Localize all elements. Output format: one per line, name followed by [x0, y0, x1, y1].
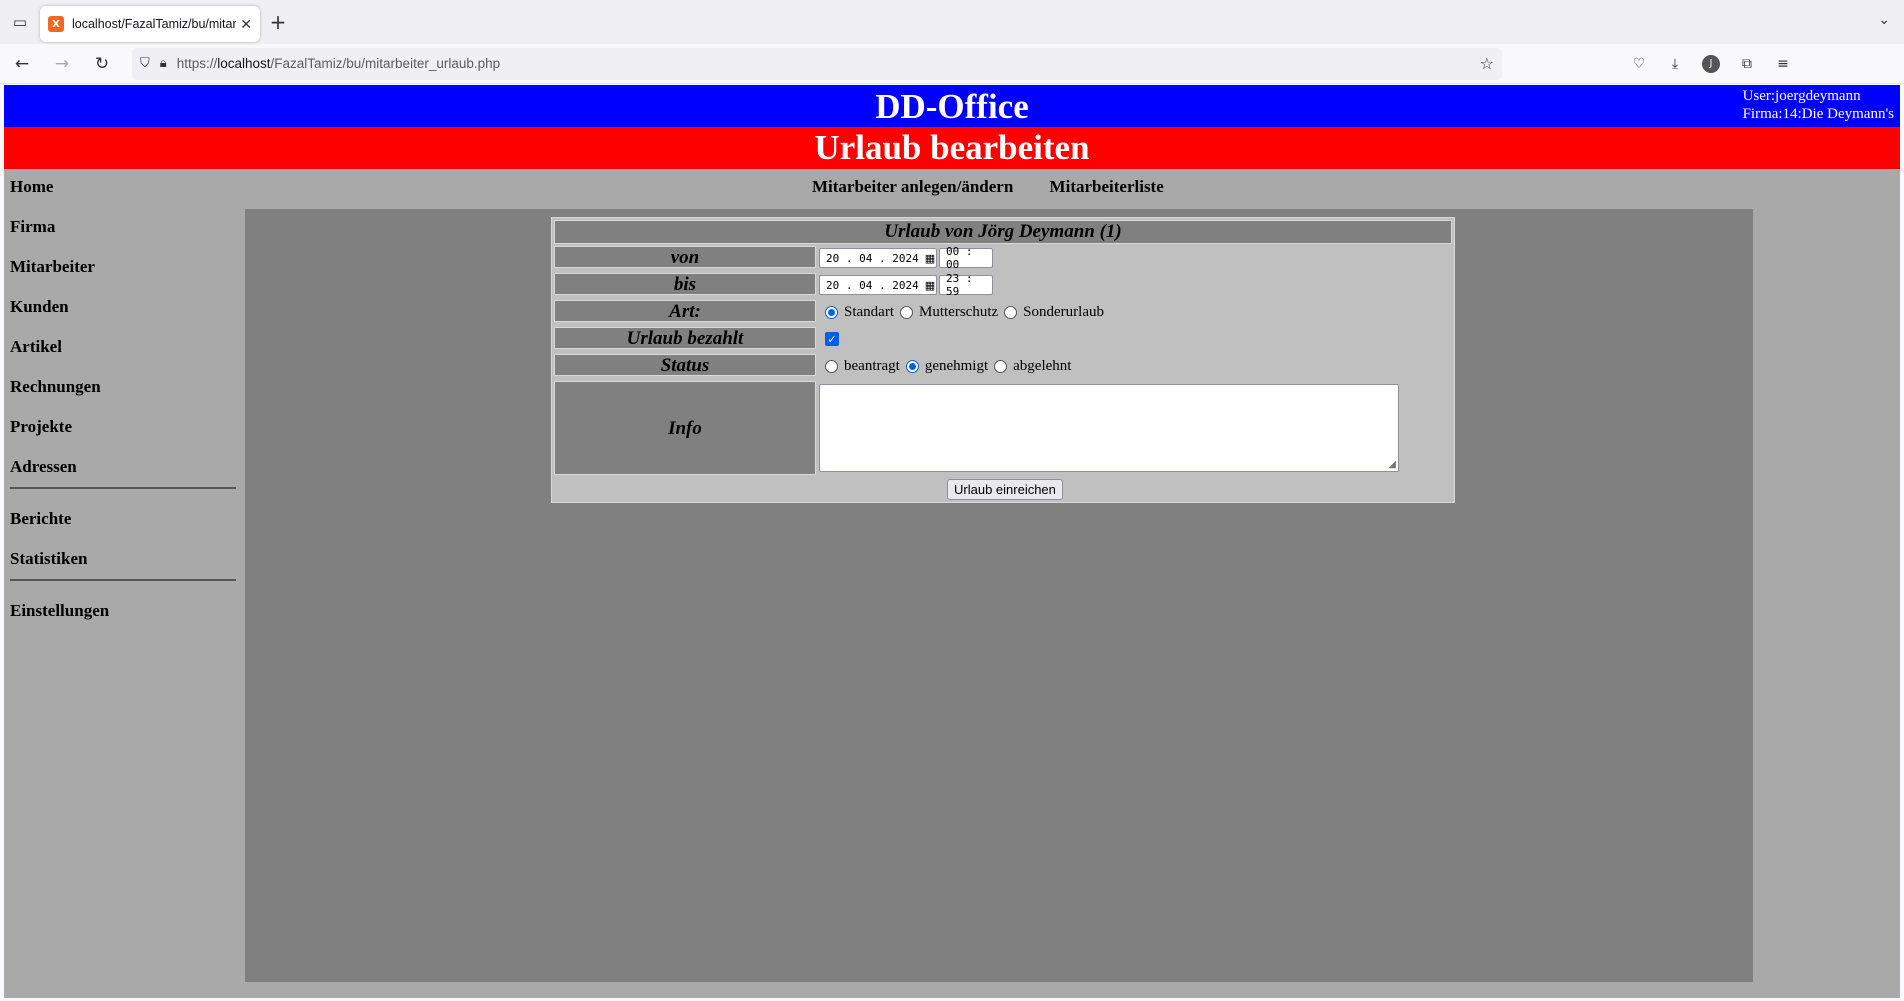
status-option-label: abgelehnt [1013, 357, 1072, 374]
app-header: DD-Office User:joergdeymann Firma:14:Die… [4, 85, 1900, 127]
sidebar-item-einstellungen[interactable]: Einstellungen [10, 601, 240, 641]
user-info: User:joergdeymann Firma:14:Die Deymann's [1743, 87, 1894, 123]
app-title: DD-Office [875, 87, 1029, 126]
bezahlt-checkbox[interactable]: ✓ [825, 332, 839, 346]
art-option-label: Sonderurlaub [1023, 303, 1104, 320]
urlaub-einreichen-button[interactable]: Urlaub einreichen [947, 479, 1063, 500]
bezahlt-label: Urlaub bezahlt [554, 327, 816, 349]
status-option-label: beantragt [844, 357, 900, 374]
url-prefix: https:// [176, 56, 218, 71]
form-title: Urlaub von Jörg Deymann (1) [554, 220, 1452, 244]
shield-icon[interactable]: ⛉ [140, 56, 150, 71]
browser-tabbar: ▭ X localhost/FazalTamiz/bu/mitarb ✕ + ⌄ [0, 0, 1904, 44]
forward-icon[interactable]: → [44, 48, 80, 80]
tab-list-icon[interactable]: ▭ [0, 0, 40, 44]
url-host: localhost [217, 56, 271, 71]
resize-grip-icon[interactable]: ◢ [1388, 459, 1396, 470]
bis-field: 20 . 04 . 2024 ▦ 23 : 59 [819, 272, 993, 298]
info-label: Info [554, 381, 816, 475]
nav-mitarbeiterliste[interactable]: Mitarbeiterliste [1050, 177, 1164, 196]
status-radio-beantragt[interactable] [825, 359, 838, 373]
status-label: Status [554, 354, 816, 376]
sidebar-item-firma[interactable]: Firma [10, 217, 240, 257]
browser-tab[interactable]: X localhost/FazalTamiz/bu/mitarb ✕ [40, 6, 260, 42]
url-bar[interactable]: ⛉ 🔒︎ https://localhost/FazalTamiz/bu/mit… [132, 47, 1502, 80]
bis-label: bis [554, 273, 816, 295]
favicon-icon: X [48, 16, 64, 32]
status-option-label: genehmigt [924, 357, 989, 374]
sidebar-item-kunden[interactable]: Kunden [10, 297, 240, 337]
company-line: Firma:14:Die Deymann's [1742, 106, 1894, 122]
art-radio-sonderurlaub[interactable] [1004, 305, 1018, 319]
reload-icon[interactable]: ↻ [84, 48, 120, 80]
sidebar-item-rechnungen[interactable]: Rechnungen [10, 377, 240, 417]
back-icon[interactable]: ← [4, 48, 40, 80]
url-path: /FazalTamiz/bu/mitarbeiter_urlaub.php [270, 56, 501, 71]
status-field: beantragt genehmigt abgelehnt [819, 356, 1071, 376]
status-radio-genehmigt[interactable] [905, 359, 919, 373]
bezahlt-field: ✓ [819, 329, 839, 349]
menu-icon[interactable]: ≡ [1770, 51, 1796, 77]
art-option-label: Mutterschutz [919, 303, 999, 320]
sidebar-item-berichte[interactable]: Berichte [10, 509, 240, 549]
browser-navbar: ← → ↻ ⛉ 🔒︎ https://localhost/FazalTamiz/… [0, 44, 1904, 84]
content-area: Urlaub von Jörg Deymann (1) von 20 . 04 … [245, 209, 1753, 982]
von-field: 20 . 04 . 2024 ▦ 00 : 00 [819, 245, 993, 271]
art-option-label: Standart [844, 303, 894, 320]
download-icon[interactable]: ⤓ [1662, 51, 1688, 77]
sidebar-divider [10, 487, 236, 489]
new-tab-icon[interactable]: + [260, 4, 296, 40]
page: DD-Office User:joergdeymann Firma:14:Die… [4, 85, 1900, 998]
top-nav: Mitarbeiter anlegen/ändern Mitarbeiterli… [812, 177, 1196, 197]
list-all-tabs-icon[interactable]: ⌄ [1878, 12, 1890, 28]
status-radio-abgelehnt[interactable] [994, 359, 1008, 373]
sidebar-item-artikel[interactable]: Artikel [10, 337, 240, 377]
account-avatar[interactable]: J [1702, 54, 1720, 73]
toolbar-icons: ♡ ⤓ J ⧉ ≡ [1626, 51, 1796, 77]
von-label: von [554, 246, 816, 268]
bis-time-input[interactable]: 23 : 59 [939, 272, 993, 298]
extensions-icon[interactable]: ⧉ [1734, 51, 1760, 77]
sidebar-divider [10, 579, 236, 581]
art-radio-mutterschutz[interactable] [900, 305, 913, 319]
urlaub-form: Urlaub von Jörg Deymann (1) von 20 . 04 … [551, 217, 1455, 503]
pocket-icon[interactable]: ♡ [1626, 51, 1652, 77]
tab-title: localhost/FazalTamiz/bu/mitarb [72, 17, 237, 31]
sidebar-item-projekte[interactable]: Projekte [10, 417, 240, 457]
sidebar-item-adressen[interactable]: Adressen [10, 457, 240, 487]
info-textarea[interactable]: ◢ [819, 384, 1399, 472]
von-date-input[interactable]: 20 . 04 . 2024 ▦ [819, 248, 937, 268]
art-label: Art: [554, 300, 816, 322]
calendar-icon[interactable]: ▦ [925, 279, 935, 292]
calendar-icon[interactable]: ▦ [925, 252, 935, 265]
page-title: Urlaub bearbeiten [4, 127, 1900, 169]
bookmark-star-icon[interactable]: ☆ [1480, 54, 1494, 73]
sidebar-item-mitarbeiter[interactable]: Mitarbeiter [10, 257, 240, 297]
bis-date-input[interactable]: 20 . 04 . 2024 ▦ [819, 275, 937, 295]
sidebar: Home Firma Mitarbeiter Kunden Artikel Re… [10, 177, 240, 641]
tab-close-icon[interactable]: ✕ [240, 16, 252, 33]
art-radio-standart[interactable] [825, 305, 838, 319]
user-line: User:joergdeymann [1742, 88, 1861, 104]
art-field: Standart Mutterschutz Sonderurlaub [819, 302, 1104, 322]
bis-date-value: 20 . 04 . 2024 [826, 278, 919, 292]
url-text[interactable]: https://localhost/FazalTamiz/bu/mitarbei… [177, 56, 1480, 71]
sidebar-item-statistiken[interactable]: Statistiken [10, 549, 240, 579]
sidebar-item-home[interactable]: Home [10, 177, 240, 217]
von-date-value: 20 . 04 . 2024 [826, 251, 919, 265]
von-time-input[interactable]: 00 : 00 [939, 245, 993, 271]
lock-icon[interactable]: 🔒︎ [160, 56, 167, 71]
nav-mitarbeiter-anlegen[interactable]: Mitarbeiter anlegen/ändern [812, 177, 1013, 196]
